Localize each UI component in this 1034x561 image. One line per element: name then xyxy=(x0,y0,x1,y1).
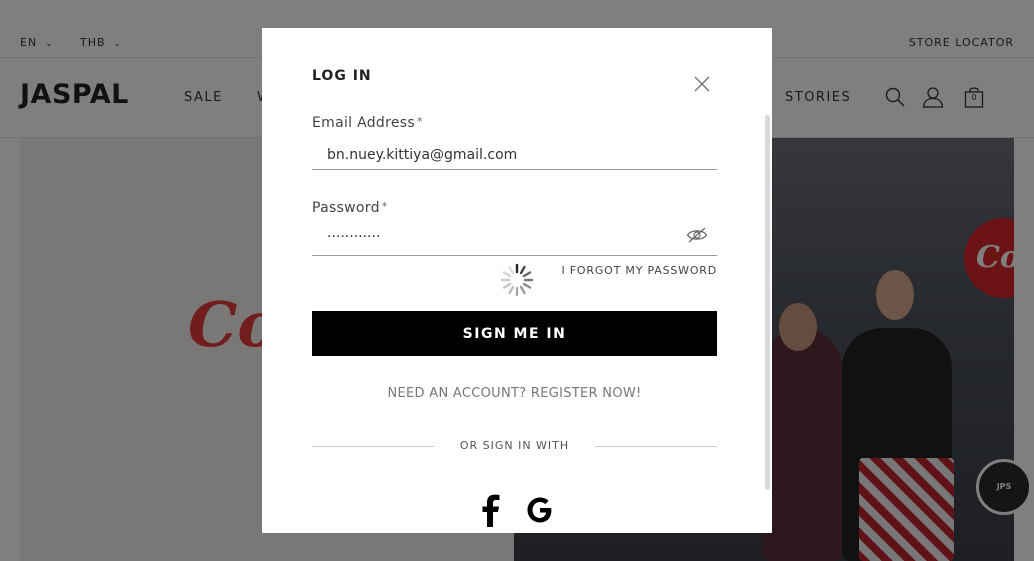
email-field[interactable] xyxy=(312,140,717,170)
modal-title: LOG IN xyxy=(312,68,372,84)
divider-right xyxy=(595,446,717,447)
facebook-icon[interactable] xyxy=(476,493,506,527)
login-modal: LOG IN Email Address* Password* ········… xyxy=(262,28,772,533)
register-link[interactable]: NEED AN ACCOUNT? REGISTER NOW! xyxy=(312,386,717,401)
google-icon[interactable] xyxy=(525,493,555,527)
required-mark: * xyxy=(381,200,388,213)
forgot-password-link[interactable]: I FORGOT MY PASSWORD xyxy=(561,264,717,277)
loading-spinner-icon xyxy=(500,263,534,297)
password-label-text: Password xyxy=(312,200,380,216)
email-label: Email Address * xyxy=(312,115,423,131)
password-value: ············ xyxy=(327,229,381,245)
sign-in-button[interactable]: SIGN ME IN xyxy=(312,311,717,356)
password-label: Password * xyxy=(312,200,388,216)
close-icon[interactable] xyxy=(691,73,713,95)
email-label-text: Email Address xyxy=(312,115,415,131)
eye-off-icon[interactable] xyxy=(686,226,708,244)
modal-scrollbar[interactable] xyxy=(765,115,770,490)
required-mark: * xyxy=(416,115,423,128)
